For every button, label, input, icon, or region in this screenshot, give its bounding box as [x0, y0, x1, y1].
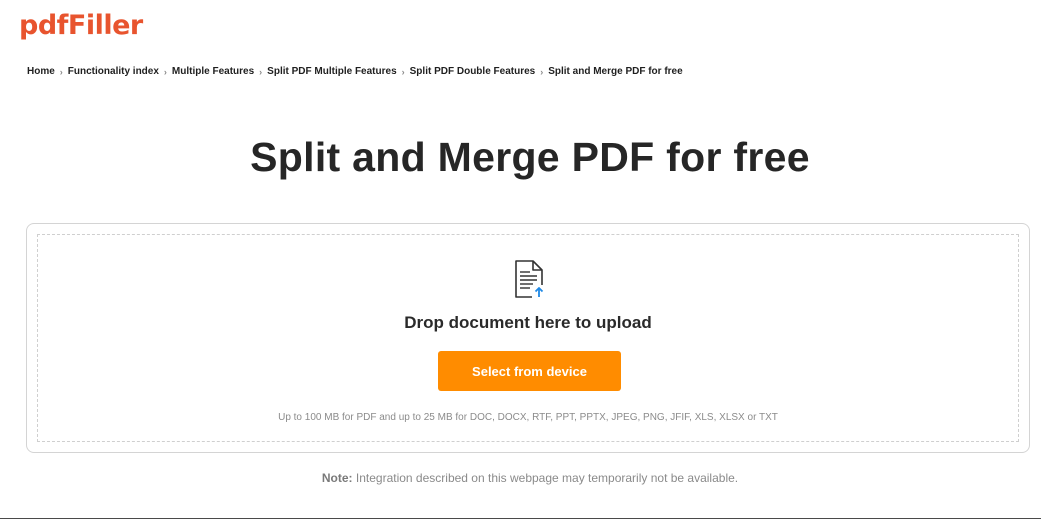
breadcrumb-current-page: Split and Merge PDF for free	[548, 66, 683, 77]
drop-document-text: Drop document here to upload	[404, 313, 652, 332]
breadcrumb-separator: ›	[259, 66, 263, 77]
breadcrumb-functionality-index[interactable]: Functionality index	[68, 66, 159, 77]
breadcrumb-home[interactable]: Home	[27, 66, 55, 77]
breadcrumb-separator: ›	[401, 66, 405, 77]
breadcrumb-separator: ›	[59, 66, 63, 77]
pdffiller-logo[interactable]: pdfFiller	[19, 8, 143, 44]
breadcrumb-split-pdf-double-features[interactable]: Split PDF Double Features	[410, 66, 536, 77]
breadcrumb-separator: ›	[163, 66, 167, 77]
breadcrumb: Home › Functionality index › Multiple Fe…	[27, 66, 683, 77]
upload-size-limits: Up to 100 MB for PDF and up to 25 MB for…	[278, 412, 778, 423]
document-upload-icon	[515, 260, 546, 299]
breadcrumb-multiple-features[interactable]: Multiple Features	[172, 66, 254, 77]
upload-panel: Drop document here to upload Select from…	[26, 223, 1030, 453]
breadcrumb-split-pdf-multiple-features[interactable]: Split PDF Multiple Features	[267, 66, 396, 77]
upload-dropzone[interactable]: Drop document here to upload Select from…	[37, 234, 1019, 442]
breadcrumb-separator: ›	[540, 66, 544, 77]
note-text: Integration described on this webpage ma…	[355, 471, 739, 485]
integration-note: Note: Integration described on this webp…	[0, 470, 1041, 486]
select-from-device-button[interactable]: Select from device	[438, 351, 621, 391]
note-label: Note:	[321, 471, 353, 485]
page: pdfFiller Home › Functionality index › M…	[0, 0, 1041, 519]
page-title: Split and Merge PDF for free	[250, 134, 810, 180]
